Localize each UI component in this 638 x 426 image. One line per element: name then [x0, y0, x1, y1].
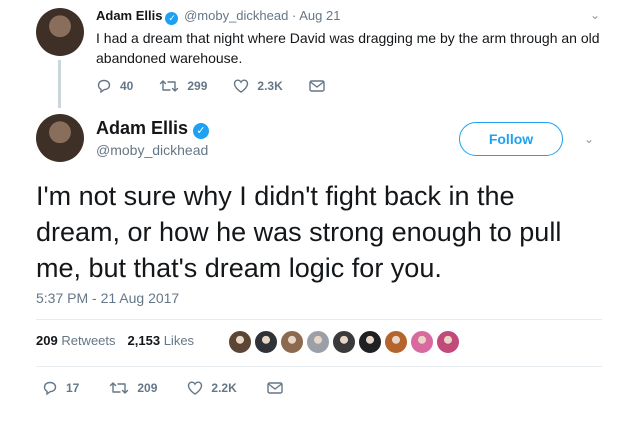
reply-button[interactable]: 17 — [42, 380, 79, 396]
parent-tweet-date[interactable]: Aug 21 — [299, 8, 340, 23]
thread-connector-line — [58, 60, 61, 108]
tweet-stats: 209 Retweets 2,153 Likes — [36, 333, 206, 348]
tweet-timestamp[interactable]: 5:37 PM - 21 Aug 2017 — [36, 290, 179, 306]
reply-count: 40 — [120, 79, 134, 93]
liker-avatar[interactable] — [358, 330, 382, 354]
direct-message-button[interactable] — [267, 381, 291, 395]
retweets-stat[interactable]: 209 Retweets — [36, 333, 116, 348]
reply-count: 17 — [66, 381, 80, 395]
retweet-icon — [110, 382, 129, 394]
verified-badge-icon: ✓ — [193, 123, 210, 139]
reply-icon — [43, 381, 57, 396]
likes-label: Likes — [163, 333, 195, 348]
liker-avatars — [228, 330, 462, 354]
liker-avatar[interactable] — [228, 330, 252, 354]
reply-button[interactable]: 40 — [96, 78, 133, 94]
main-tweet-actions: 17 209 2.2K — [42, 380, 321, 396]
liker-avatar[interactable] — [332, 330, 356, 354]
like-heart-icon — [234, 79, 249, 93]
divider — [36, 366, 602, 367]
main-author-name-row: Adam Ellis ✓ — [96, 118, 211, 139]
like-total: 2,153 — [127, 333, 161, 348]
follow-button[interactable]: Follow — [459, 122, 563, 156]
main-author-avatar[interactable] — [36, 114, 84, 162]
retweet-count: 299 — [187, 79, 208, 93]
liker-avatar[interactable] — [280, 330, 304, 354]
main-author-handle[interactable]: @moby_dickhead — [96, 142, 208, 158]
parent-tweet[interactable]: Adam Ellis ✓ @moby_dickhead · Aug 21 ⌄ I … — [0, 0, 638, 108]
liker-avatar[interactable] — [254, 330, 278, 354]
parent-author-name[interactable]: Adam Ellis — [96, 8, 162, 23]
retweet-icon — [160, 80, 179, 92]
separator-dot: · — [291, 8, 297, 23]
chevron-down-icon[interactable]: ⌄ — [590, 8, 600, 22]
parent-author-avatar[interactable] — [36, 8, 84, 56]
verified-badge-icon: ✓ — [165, 12, 179, 25]
liker-avatar[interactable] — [384, 330, 408, 354]
like-count: 2.3K — [257, 79, 283, 93]
likes-stat[interactable]: 2,153 Likes — [128, 333, 195, 348]
parent-author-handle[interactable]: @moby_dickhead — [184, 8, 288, 23]
like-button[interactable]: 2.2K — [187, 380, 237, 396]
chevron-down-icon[interactable]: ⌄ — [584, 132, 594, 146]
parent-tweet-text: I had a dream that night where David was… — [96, 30, 600, 66]
liker-avatar[interactable] — [306, 330, 330, 354]
parent-tweet-header: Adam Ellis ✓ @moby_dickhead · Aug 21 — [96, 8, 340, 25]
retweet-count: 209 — [137, 381, 158, 395]
retweet-total: 209 — [36, 333, 58, 348]
like-count: 2.2K — [211, 381, 237, 395]
direct-message-button[interactable] — [309, 79, 333, 93]
parent-tweet-actions: 40 299 2.3K — [96, 78, 359, 94]
direct-message-icon — [309, 80, 325, 92]
liker-avatar[interactable] — [410, 330, 434, 354]
like-button[interactable]: 2.3K — [233, 78, 283, 94]
main-author-name[interactable]: Adam Ellis — [96, 118, 188, 138]
like-heart-icon — [188, 381, 203, 395]
retweets-label: Retweets — [61, 333, 116, 348]
main-tweet-text: I'm not sure why I didn't fight back in … — [36, 181, 562, 283]
reply-icon — [97, 79, 111, 94]
retweet-button[interactable]: 299 — [159, 78, 207, 94]
retweet-button[interactable]: 209 — [109, 380, 157, 396]
direct-message-icon — [267, 382, 283, 394]
divider — [36, 319, 602, 320]
liker-avatar[interactable] — [436, 330, 460, 354]
